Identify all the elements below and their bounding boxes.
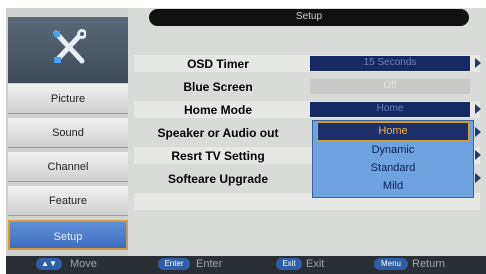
return-hint: Return — [412, 258, 446, 270]
option-label: Standard — [370, 162, 416, 174]
sidebar-item-setup[interactable]: Setup — [8, 220, 128, 250]
sidebar-item-label: Setup — [53, 231, 83, 243]
footer-hint-bar: ▲▼ Move Enter Enter Exit Exit Menu Retur… — [6, 256, 486, 274]
chevron-right-icon[interactable] — [475, 127, 481, 137]
chevron-right-icon[interactable] — [475, 150, 481, 160]
dropdown-option-dynamic[interactable]: Dynamic — [313, 141, 473, 159]
move-key-icon: ▲▼ — [36, 258, 62, 270]
row-label: Speaker or Audio out — [157, 126, 279, 140]
tools-icon — [53, 29, 86, 64]
option-label: Mild — [382, 180, 404, 192]
menu-key-icon: Menu — [374, 258, 408, 270]
value-text: 15 Seconds — [363, 57, 417, 68]
sidebar-item-channel[interactable]: Channel — [8, 152, 128, 182]
option-label: Home — [378, 125, 408, 137]
dropdown-option-mild[interactable]: Mild — [313, 177, 473, 195]
dropdown-option-standard[interactable]: Standard — [313, 159, 473, 177]
chevron-right-icon[interactable] — [475, 58, 481, 68]
category-icon-panel — [8, 17, 128, 83]
move-hint: Move — [70, 258, 97, 270]
settings-row-empty — [134, 216, 480, 233]
exit-key-icon: Exit — [276, 258, 302, 270]
home-mode-dropdown[interactable]: Home Dynamic Standard Mild — [312, 120, 474, 198]
sidebar-item-picture[interactable]: Picture — [8, 84, 128, 114]
page-title: Setup — [295, 11, 323, 22]
enter-key-icon: Enter — [158, 258, 190, 270]
row-label: Blue Screen — [183, 80, 253, 94]
settings-row-blue-screen[interactable]: Blue Screen Off — [134, 78, 480, 95]
chevron-right-icon[interactable] — [475, 104, 481, 114]
sidebar-item-label: Picture — [50, 93, 86, 105]
value-text: Off — [383, 80, 397, 91]
header-bar: Setup — [149, 9, 469, 26]
option-label: Dynamic — [371, 144, 415, 156]
osd-timer-value[interactable]: 15 Seconds — [310, 56, 470, 71]
row-label: Resrt TV Setting — [171, 149, 265, 163]
chevron-right-icon[interactable] — [475, 173, 481, 183]
sidebar-item-label: Feature — [49, 195, 87, 207]
exit-hint: Exit — [306, 258, 325, 270]
sidebar-item-feature[interactable]: Feature — [8, 186, 128, 216]
row-label: OSD Timer — [187, 57, 249, 71]
sidebar-item-sound[interactable]: Sound — [8, 118, 128, 148]
tv-menu-screen: Setup Picture Sound Channel Feature Setu… — [0, 0, 486, 274]
dropdown-option-home[interactable]: Home — [317, 122, 469, 141]
settings-row-home-mode[interactable]: Home Mode Home — [134, 101, 481, 118]
home-mode-value[interactable]: Home — [310, 102, 470, 117]
enter-hint: Enter — [196, 258, 223, 270]
settings-row-osd-timer[interactable]: OSD Timer 15 Seconds — [134, 55, 481, 72]
row-label: Home Mode — [183, 103, 252, 117]
value-text: Home — [376, 103, 404, 114]
row-label: Softeare Upgrade — [167, 172, 269, 186]
blue-screen-value[interactable]: Off — [310, 79, 470, 94]
sidebar-item-label: Sound — [52, 127, 84, 139]
sidebar-item-label: Channel — [47, 161, 89, 173]
